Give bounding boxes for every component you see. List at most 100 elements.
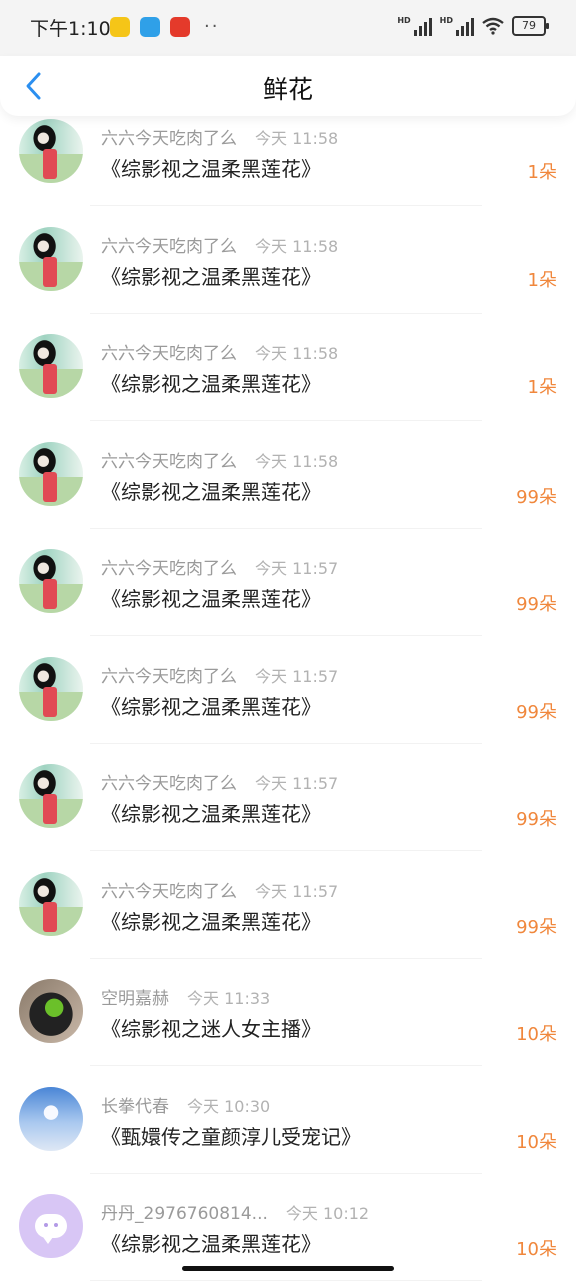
divider <box>90 1065 482 1066</box>
app-notification-icon <box>170 16 190 37</box>
avatar[interactable] <box>19 656 83 721</box>
divider <box>90 1172 482 1174</box>
list-item[interactable]: 六六今天吃肉了么 今天 11:58 《综影视之温柔黑莲花》 1朵 <box>0 100 576 207</box>
sender-name: 六六今天吃肉了么 今天 11:58 <box>101 232 338 257</box>
avatar[interactable] <box>19 979 83 1043</box>
sender-name: 六六今天吃肉了么 今天 11:58 <box>101 447 338 472</box>
list-item[interactable]: 六六今天吃肉了么 今天 11:58 《综影视之温柔黑莲花》 99朵 <box>0 423 576 530</box>
divider <box>90 312 482 314</box>
sender-name: 六六今天吃肉了么 今天 11:57 <box>101 769 338 794</box>
sender-name: 六六今天吃肉了么 今天 11:58 <box>101 339 338 364</box>
list-item[interactable]: 六六今天吃肉了么 今天 11:57 《综影视之温柔黑莲花》 99朵 <box>0 853 576 960</box>
avatar[interactable] <box>19 549 83 613</box>
list-item[interactable]: 长拳代春 今天 10:30 《甄嬛传之童颜淳儿受宠记》 10朵 <box>0 1068 576 1175</box>
sender-name: 六六今天吃肉了么 今天 11:58 <box>101 124 338 149</box>
sender-name: 空明嘉赫 今天 11:33 <box>101 984 270 1009</box>
sender-name: 六六今天吃肉了么 今天 11:57 <box>101 662 338 687</box>
timestamp: 今天 11:58 <box>255 344 339 363</box>
user-name[interactable]: 丹丹_2976760814... <box>101 1204 268 1224</box>
signal-icon: HD <box>397 16 432 36</box>
sender-name: 六六今天吃肉了么 今天 11:57 <box>101 877 338 902</box>
page-title: 鲜花 <box>262 75 313 104</box>
timestamp: 今天 11:57 <box>255 881 339 901</box>
user-name[interactable]: 六六今天吃肉了么 <box>101 344 237 364</box>
more-notifications-icon: ·· <box>204 16 220 37</box>
sender-name: 丹丹_2976760814... 今天 10:12 <box>101 1199 369 1224</box>
list-item[interactable]: 六六今天吃肉了么 今天 11:57 《综影视之温柔黑莲花》 99朵 <box>0 745 576 852</box>
list-item[interactable]: 六六今天吃肉了么 今天 11:57 《综影视之温柔黑莲花》 99朵 <box>0 638 576 745</box>
book-title[interactable]: 《综影视之温柔黑莲花》 <box>101 906 321 935</box>
flower-count: 10朵 <box>516 1131 557 1153</box>
list-item[interactable]: 六六今天吃肉了么 今天 11:57 《综影视之温柔黑莲花》 99朵 <box>0 530 576 637</box>
avatar[interactable] <box>19 119 83 183</box>
avatar[interactable] <box>19 764 83 828</box>
battery-icon: 79 <box>512 16 549 36</box>
wifi-icon <box>482 17 504 35</box>
avatar[interactable] <box>19 1086 83 1151</box>
flower-count: 99朵 <box>516 594 557 615</box>
flower-count: 1朵 <box>527 269 557 291</box>
user-name[interactable]: 空明嘉赫 <box>101 989 169 1009</box>
timestamp: 今天 11:58 <box>255 129 339 148</box>
divider <box>90 420 482 421</box>
book-title[interactable]: 《综影视之温柔黑莲花》 <box>101 583 321 612</box>
timestamp: 今天 11:58 <box>255 236 339 256</box>
avatar[interactable] <box>19 441 83 506</box>
top-nav-bar: 鲜花 <box>0 56 576 116</box>
app-notification-icon <box>110 16 130 37</box>
book-title[interactable]: 《综影视之温柔黑莲花》 <box>101 476 321 505</box>
user-name[interactable]: 六六今天吃肉了么 <box>101 667 237 687</box>
timestamp: 今天 10:12 <box>285 1204 370 1223</box>
user-name[interactable]: 六六今天吃肉了么 <box>101 774 237 794</box>
list-item[interactable]: 六六今天吃肉了么 今天 11:58 《综影视之温柔黑莲花》 1朵 <box>0 315 576 422</box>
book-title[interactable]: 《综影视之温柔黑莲花》 <box>101 691 321 720</box>
user-name[interactable]: 长拳代春 <box>101 1097 169 1117</box>
book-title[interactable]: 《综影视之温柔黑莲花》 <box>101 1228 321 1257</box>
timestamp: 今天 11:57 <box>255 559 339 578</box>
divider <box>90 527 482 529</box>
avatar[interactable] <box>19 334 83 398</box>
book-title[interactable]: 《综影视之温柔黑莲花》 <box>101 153 321 182</box>
list-item[interactable]: 空明嘉赫 今天 11:33 《综影视之迷人女主播》 10朵 <box>0 960 576 1067</box>
divider <box>90 635 482 636</box>
book-title[interactable]: 《综影视之温柔黑莲花》 <box>101 368 321 397</box>
divider <box>90 1280 482 1281</box>
divider <box>90 205 482 206</box>
notification-icons: ·· <box>110 16 219 37</box>
avatar[interactable] <box>19 226 83 291</box>
user-name[interactable]: 六六今天吃肉了么 <box>101 237 237 257</box>
home-indicator[interactable] <box>182 1266 394 1271</box>
status-bar: 下午1:10 ·· HD HD 79 <box>0 0 576 56</box>
book-title[interactable]: 《综影视之温柔黑莲花》 <box>101 798 321 827</box>
avatar[interactable] <box>19 871 83 936</box>
book-title[interactable]: 《综影视之温柔黑莲花》 <box>101 261 321 290</box>
flower-count: 99朵 <box>516 486 557 508</box>
status-time: 下午1:10 <box>30 18 111 40</box>
list-item[interactable]: 六六今天吃肉了么 今天 11:58 《综影视之温柔黑莲花》 1朵 <box>0 208 576 315</box>
flower-count: 1朵 <box>527 162 557 183</box>
user-name[interactable]: 六六今天吃肉了么 <box>101 452 237 472</box>
sender-name: 长拳代春 今天 10:30 <box>101 1092 270 1117</box>
flower-count: 10朵 <box>516 1024 557 1045</box>
book-title[interactable]: 《甄嬛传之童颜淳儿受宠记》 <box>101 1121 361 1150</box>
divider <box>90 742 482 744</box>
book-title[interactable]: 《综影视之迷人女主播》 <box>101 1013 321 1042</box>
flower-count: 10朵 <box>516 1239 557 1260</box>
timestamp: 今天 11:57 <box>255 774 339 793</box>
avatar[interactable] <box>19 1194 83 1258</box>
flower-count: 1朵 <box>527 377 557 398</box>
timestamp: 今天 11:57 <box>255 666 339 686</box>
user-name[interactable]: 六六今天吃肉了么 <box>101 882 237 902</box>
flower-count: 99朵 <box>516 916 557 938</box>
flower-count: 99朵 <box>516 701 557 723</box>
timestamp: 今天 11:33 <box>187 989 271 1008</box>
flower-count: 99朵 <box>516 809 557 830</box>
signal-icon: HD <box>440 16 474 36</box>
app-notification-icon <box>140 16 160 37</box>
divider <box>90 850 482 851</box>
timestamp: 今天 10:30 <box>187 1096 271 1116</box>
sender-name: 六六今天吃肉了么 今天 11:57 <box>101 554 338 579</box>
user-name[interactable]: 六六今天吃肉了么 <box>101 559 237 579</box>
user-name[interactable]: 六六今天吃肉了么 <box>101 129 237 149</box>
status-right: HD HD 79 <box>397 16 549 36</box>
